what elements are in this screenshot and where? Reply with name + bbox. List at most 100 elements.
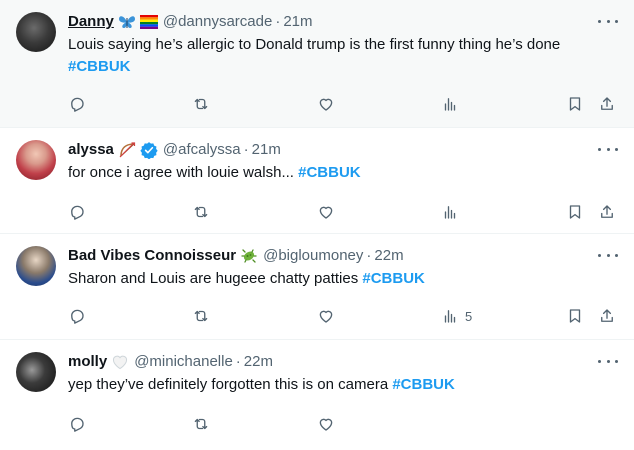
views-count: 5 bbox=[465, 308, 473, 324]
tweet-body: Danny @dannysarcade · 21m Louis saying h… bbox=[68, 12, 618, 78]
hashtag-link[interactable]: #CBBUK bbox=[362, 270, 425, 287]
tweet-text-content: Louis saying he’s allergic to Donald tru… bbox=[68, 36, 561, 53]
timestamp[interactable]: 21m bbox=[283, 12, 312, 32]
avatar[interactable] bbox=[16, 352, 56, 392]
views-icon bbox=[444, 206, 456, 219]
white-heart-icon bbox=[111, 354, 129, 370]
tweet-feed: Danny @dannysarcade · 21m Louis saying h… bbox=[0, 0, 634, 450]
tweet[interactable]: Bad Vibes Connoisseur @bigloumoney · 22m… bbox=[0, 234, 634, 340]
separator: · bbox=[243, 141, 249, 158]
avatar[interactable] bbox=[16, 140, 56, 180]
reply-icon bbox=[71, 417, 84, 432]
tweet-header: Bad Vibes Connoisseur @bigloumoney · 22m bbox=[68, 246, 618, 266]
like-button[interactable] bbox=[317, 94, 335, 114]
bow-and-arrow-icon bbox=[118, 142, 136, 158]
microbe-icon bbox=[240, 247, 258, 265]
handle[interactable]: @afcalyssa bbox=[163, 140, 241, 160]
bookmark-icon bbox=[569, 97, 581, 111]
avatar[interactable] bbox=[16, 246, 56, 286]
tweet-text-content: for once i agree with louie walsh... bbox=[68, 164, 299, 181]
bookmark-button[interactable] bbox=[566, 202, 584, 222]
reply-icon bbox=[71, 205, 84, 220]
hashtag-link[interactable]: #CBBUK bbox=[298, 164, 361, 181]
separator: · bbox=[235, 353, 241, 370]
handle[interactable]: @bigloumoney bbox=[263, 246, 363, 266]
bookmark-button[interactable] bbox=[566, 306, 584, 326]
separator: · bbox=[275, 13, 281, 30]
separator: · bbox=[366, 247, 372, 264]
retweet-button[interactable] bbox=[192, 94, 210, 114]
like-icon bbox=[319, 310, 333, 323]
reply-icon bbox=[71, 309, 84, 324]
tweet-body: molly @minichanelle · 22m yep they’ve de… bbox=[68, 352, 618, 396]
views-icon bbox=[444, 310, 456, 323]
share-icon bbox=[601, 205, 613, 218]
tweet[interactable]: molly @minichanelle · 22m yep they’ve de… bbox=[0, 340, 634, 450]
reply-button[interactable] bbox=[68, 414, 86, 434]
verified-badge-icon bbox=[140, 141, 158, 159]
handle[interactable]: @minichanelle bbox=[134, 352, 233, 372]
reply-button[interactable] bbox=[68, 94, 86, 114]
share-icon bbox=[601, 97, 613, 110]
more-icon[interactable] bbox=[598, 142, 618, 156]
reply-button[interactable] bbox=[68, 202, 86, 222]
tweet[interactable]: alyssa @afcalyssa · 21m for once i agree… bbox=[0, 128, 634, 234]
more-icon[interactable] bbox=[598, 14, 618, 28]
bookmark-icon bbox=[569, 309, 581, 323]
hashtag-link[interactable]: #CBBUK bbox=[392, 376, 455, 393]
like-button[interactable] bbox=[317, 306, 335, 326]
bookmark-icon bbox=[569, 205, 581, 219]
share-button[interactable] bbox=[598, 306, 616, 326]
tweet[interactable]: Danny @dannysarcade · 21m Louis saying h… bbox=[0, 0, 634, 128]
views-button[interactable] bbox=[441, 202, 465, 222]
retweet-icon bbox=[194, 310, 208, 322]
views-button[interactable] bbox=[441, 94, 465, 114]
share-icon bbox=[601, 309, 613, 322]
tweet-text-content: yep they’ve definitely forgotten this is… bbox=[68, 376, 393, 393]
display-name[interactable]: Bad Vibes Connoisseur bbox=[68, 246, 236, 266]
action-bar bbox=[68, 414, 618, 434]
handle[interactable]: @dannysarcade bbox=[163, 12, 272, 32]
share-button[interactable] bbox=[598, 94, 616, 114]
retweet-button[interactable] bbox=[192, 306, 210, 326]
tweet-text-content: Sharon and Louis are hugeee chatty patti… bbox=[68, 270, 363, 287]
action-bar bbox=[68, 94, 618, 114]
hashtag-link[interactable]: #CBBUK bbox=[68, 58, 131, 75]
like-button[interactable] bbox=[317, 414, 335, 434]
bookmark-button[interactable] bbox=[566, 94, 584, 114]
reply-button[interactable] bbox=[68, 306, 86, 326]
timestamp[interactable]: 22m bbox=[244, 352, 273, 372]
avatar[interactable] bbox=[16, 12, 56, 52]
butterfly-icon bbox=[118, 14, 136, 30]
retweet-button[interactable] bbox=[192, 202, 210, 222]
timestamp[interactable]: 22m bbox=[374, 246, 403, 266]
retweet-icon bbox=[194, 206, 208, 218]
views-button[interactable]: 5 bbox=[441, 306, 472, 326]
display-name[interactable]: molly bbox=[68, 352, 107, 372]
tweet-text: yep they’ve definitely forgotten this is… bbox=[68, 374, 618, 396]
retweet-icon bbox=[194, 98, 208, 110]
tweet-header: molly @minichanelle · 22m bbox=[68, 352, 618, 372]
action-bar bbox=[68, 202, 618, 222]
more-icon[interactable] bbox=[598, 354, 618, 368]
tweet-text: Louis saying he’s allergic to Donald tru… bbox=[68, 34, 618, 78]
timestamp[interactable]: 21m bbox=[252, 140, 281, 160]
like-icon bbox=[319, 206, 333, 219]
tweet-header: Danny @dannysarcade · 21m bbox=[68, 12, 618, 32]
action-bar: 5 bbox=[68, 306, 618, 326]
retweet-button[interactable] bbox=[192, 414, 210, 434]
share-button[interactable] bbox=[598, 202, 616, 222]
reply-icon bbox=[71, 97, 84, 112]
rainbow-flag-icon bbox=[139, 15, 158, 29]
tweet-body: alyssa @afcalyssa · 21m for once i agree… bbox=[68, 140, 618, 184]
like-icon bbox=[319, 418, 333, 431]
display-name[interactable]: alyssa bbox=[68, 140, 114, 160]
display-name[interactable]: Danny bbox=[68, 12, 114, 32]
more-icon[interactable] bbox=[598, 248, 618, 262]
like-button[interactable] bbox=[317, 202, 335, 222]
tweet-header: alyssa @afcalyssa · 21m bbox=[68, 140, 618, 160]
tweet-text: Sharon and Louis are hugeee chatty patti… bbox=[68, 268, 618, 290]
tweet-text: for once i agree with louie walsh... #CB… bbox=[68, 162, 618, 184]
views-icon bbox=[444, 98, 456, 111]
retweet-icon bbox=[194, 418, 208, 430]
